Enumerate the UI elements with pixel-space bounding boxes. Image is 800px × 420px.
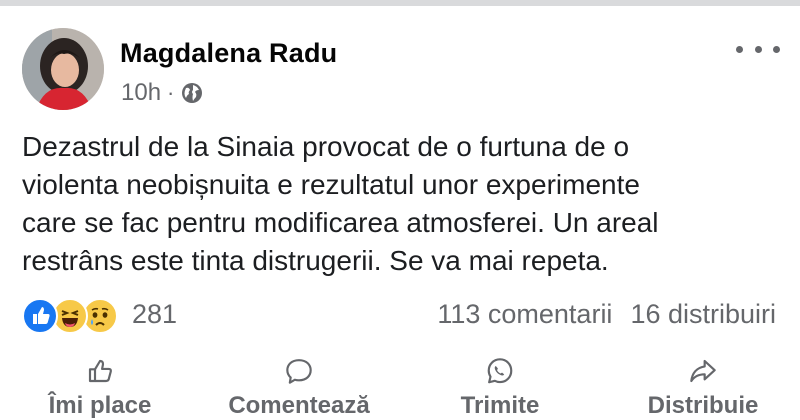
shares-count-link[interactable]: 16 distribuiri	[630, 299, 776, 330]
send-button-label: Trimite	[460, 392, 540, 419]
share-button[interactable]: Distribuie	[628, 356, 778, 420]
like-button-label: Îmi place	[48, 392, 152, 419]
globe-icon[interactable]	[180, 81, 204, 105]
post-time[interactable]: 10h	[121, 79, 161, 107]
author-name[interactable]: Magdalena Radu	[120, 38, 337, 69]
more-options-icon[interactable]	[736, 36, 780, 62]
post-stats: 113 comentarii 16 distribuiri	[437, 298, 776, 330]
reactions-summary[interactable]: 281	[22, 296, 178, 334]
thumbs-up-icon	[88, 359, 112, 383]
post-text-line: care se fac pentru modificarea atmosfere…	[22, 207, 659, 238]
post-meta: 10h ·	[121, 79, 204, 107]
avatar-image	[22, 28, 104, 110]
post-text: Dezastrul de la Sinaia provocat de o fur…	[22, 128, 782, 280]
reaction-icons	[22, 296, 126, 334]
author-avatar[interactable]	[22, 28, 104, 110]
reaction-count: 281	[132, 298, 178, 329]
comments-count-link[interactable]: 113 comentarii	[437, 299, 612, 330]
post-text-line: Dezastrul de la Sinaia provocat de o fur…	[22, 131, 630, 162]
comment-bubble-icon	[286, 359, 312, 384]
like-reaction-icon	[22, 298, 58, 334]
share-arrow-icon	[690, 359, 716, 383]
whatsapp-icon	[487, 358, 513, 384]
action-bar: Îmi place Comentează Trimite Distribuie	[0, 356, 800, 420]
meta-separator: ·	[167, 80, 175, 105]
post-text-line: violenta neobișnuita e rezultatul unor e…	[22, 169, 640, 200]
comment-button-label: Comentează	[228, 392, 370, 419]
send-button[interactable]: Trimite	[440, 356, 560, 420]
like-button[interactable]: Îmi place	[33, 356, 167, 420]
post-text-line: restrâns este tinta distrugerii. Se va m…	[22, 245, 609, 276]
top-divider	[0, 0, 800, 6]
share-button-label: Distribuie	[647, 392, 759, 419]
comment-button[interactable]: Comentează	[214, 356, 384, 420]
